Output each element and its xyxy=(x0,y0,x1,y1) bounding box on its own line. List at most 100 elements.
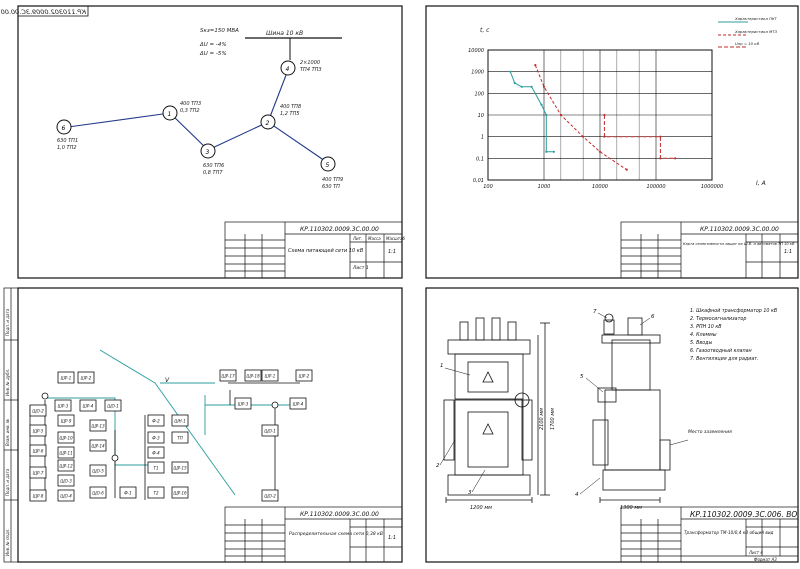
legend-line-1: 1. Шкафной трансформатор 10 кВ xyxy=(690,308,777,314)
panel-boxes: ШР-1 ШР-2 ШР-3 ШР-4 ЩО-1 ЩО-2 ЩР-5 ЩР-6 ЩР-7 ЩР-8… xyxy=(29,369,313,502)
svg-text:1,0 ТП2: 1,0 ТП2 xyxy=(57,145,77,151)
sheet-q1: Лист 1 xyxy=(352,265,369,271)
col-scale: Масштаб xyxy=(386,236,406,241)
callout-3: 3 xyxy=(468,490,472,496)
series-3-point xyxy=(659,157,662,160)
callout-1: 1 xyxy=(440,363,444,369)
y-tick-label: 10 xyxy=(478,113,484,119)
series-2-point xyxy=(542,85,546,88)
drawing-sheet: КР.110302.0009.3С.00.00 Шина 10 кВ Sкз=1… xyxy=(0,0,800,565)
svg-text:400 ТП8: 400 ТП8 xyxy=(280,104,301,110)
panel-box-label: ШР-1 xyxy=(265,374,276,379)
panel-box-label: ЩО-6 xyxy=(92,491,104,496)
bus-label: Шина 10 кВ xyxy=(266,30,303,37)
x-tick-label: 10000 xyxy=(592,184,608,190)
side-label-4: Подп. и дата xyxy=(5,468,10,496)
legend-line-3: 3. РПН 10 кВ xyxy=(690,324,722,330)
quadrant-distribution-scheme: Подп. и дата Инв. № дубл. Взам. инв. № П… xyxy=(3,287,403,563)
svg-text:400 ТП3: 400 ТП3 xyxy=(180,101,201,107)
y-tick-label: 0,1 xyxy=(476,156,484,162)
node-6: 6 630 ТП1 1,0 ТП2 xyxy=(56,119,78,151)
series-1-point xyxy=(520,85,523,88)
y-tick-label: 1 xyxy=(481,135,484,141)
panel-box-label: ЩО-1 xyxy=(107,404,119,409)
series-1-point xyxy=(540,103,543,106)
series-3-point xyxy=(659,135,662,138)
legend-line-6: 6. Газоотводный клапан xyxy=(690,348,752,354)
quadrant-transformer-view: 1200 мм 1700 мм 2100 мм 1 2 3 4 5 6 7 13… xyxy=(425,287,799,563)
legend-line-4: 4. Клеммы xyxy=(690,332,717,338)
svg-text:3: 3 xyxy=(206,149,210,156)
panel-box-label: Ф-1 xyxy=(124,491,131,496)
col-lit: Лит. xyxy=(352,236,362,241)
title-text-q4: Трансформатор ТМ-10/0,4 кВ общий вид xyxy=(684,530,774,535)
panel-box-label: ШР-3 xyxy=(58,404,69,409)
title-text-q1: Схема питающей сети 10 кВ xyxy=(288,248,364,254)
panel-box-label: Ф-3 xyxy=(152,436,160,441)
ground-note: Место заземления xyxy=(688,429,732,435)
panel-box-label: ЩО-2 xyxy=(264,494,276,499)
source-param-3: ΔU = -5% xyxy=(199,51,227,57)
dim-height-2: 2100 мм xyxy=(539,408,545,430)
series-2-point xyxy=(598,150,602,153)
node-1: 1 400 ТП3 0,3 ТП2 xyxy=(162,101,201,121)
mirrored-code: КР.110302.0009.3С.00.00 xyxy=(1,8,86,16)
transformer-front-view xyxy=(443,317,550,503)
title-code-q3: КР.110302.0009.3С.00.00 xyxy=(300,511,379,518)
x-tick-label: 100000 xyxy=(646,184,665,190)
svg-text:2: 2 xyxy=(266,120,270,127)
panel-box-label: ЩО-2 xyxy=(32,409,44,414)
series-line-2 xyxy=(534,64,627,171)
panel-box-label: ШР-1 xyxy=(61,376,72,381)
legend-line-2: 2. Термосигнализатор xyxy=(690,316,746,322)
series-2-point xyxy=(534,64,537,67)
panel-box-label: ЩО-1 xyxy=(264,429,276,434)
series-2-point xyxy=(559,113,562,117)
panel-box-label: ЩО-3 xyxy=(60,479,72,484)
svg-text:400 ТП9: 400 ТП9 xyxy=(322,177,343,183)
series-1-point xyxy=(509,70,512,73)
scale-q1: 1:1 xyxy=(388,249,396,255)
svg-text:630 ТП6: 630 ТП6 xyxy=(203,163,224,169)
panel-box-label: ЩР-11 xyxy=(59,451,72,456)
series-2-point xyxy=(582,135,585,138)
panel-box-label: ЩР-13 xyxy=(91,424,105,429)
series-1-point xyxy=(513,81,516,85)
scale-q3: 1:1 xyxy=(388,535,396,541)
panel-box-label: ЩО-4 xyxy=(60,494,72,499)
chart-grid xyxy=(487,49,713,181)
panel-box-label: ШР-2 xyxy=(299,374,310,379)
x-tick-label: 1000000 xyxy=(701,184,723,190)
dim-width-side: 1300 мм xyxy=(620,505,642,511)
svg-text:0,8 ТП7: 0,8 ТП7 xyxy=(203,170,223,176)
svg-text:1,2 ТП5: 1,2 ТП5 xyxy=(280,111,300,117)
svg-text:630 ТП1: 630 ТП1 xyxy=(57,138,78,144)
side-label-2: Инв. № дубл. xyxy=(5,369,10,396)
node-3: 3 630 ТП6 0,8 ТП7 xyxy=(200,143,224,176)
callout-4: 4 xyxy=(575,492,579,498)
side-label-5: Инв. № подл. xyxy=(5,528,10,556)
chart-ticks: 1000010001001010,10,01100 1000 10000 100000… xyxy=(468,48,723,190)
legend-item-3: Uпр = 10 кВ xyxy=(735,41,760,46)
series-2-point xyxy=(625,168,628,171)
title-code-q2: КР.110302.0009.3С.00.00 xyxy=(700,226,779,233)
legend-line-5: 5. Вводы xyxy=(690,340,712,346)
svg-text:0,3 ТП2: 0,3 ТП2 xyxy=(180,108,200,114)
chart-series xyxy=(509,64,677,171)
panel-box-label: ЩР-10 xyxy=(59,436,73,441)
title-text-q3: Распределительная схема сети 0,38 кВ xyxy=(289,531,383,537)
series-line-1 xyxy=(509,71,554,153)
drawing-canvas: КР.110302.0009.3С.00.00 Шина 10 кВ Sкз=1… xyxy=(1,5,799,563)
panel-box-label: ЩР-5 xyxy=(33,429,44,434)
quadrant-network-scheme: КР.110302.0009.3С.00.00 Шина 10 кВ Sкз=1… xyxy=(1,5,406,279)
panel-box-label: ТП xyxy=(177,436,182,441)
panel-box-label: ЩР-17 xyxy=(221,374,235,379)
panel-box-label: ЩО-5 xyxy=(92,469,104,474)
callout-7: 7 xyxy=(593,309,597,315)
panel-box-label: ШР-3 xyxy=(238,402,249,407)
side-label-1: Подп. и дата xyxy=(5,308,10,336)
panel-box-label: ШР-2 xyxy=(81,376,92,381)
side-label-3: Взам. инв. № xyxy=(5,419,10,446)
dim-height-1: 1700 мм xyxy=(550,408,556,430)
panel-box-label: ШР-4 xyxy=(293,402,304,407)
